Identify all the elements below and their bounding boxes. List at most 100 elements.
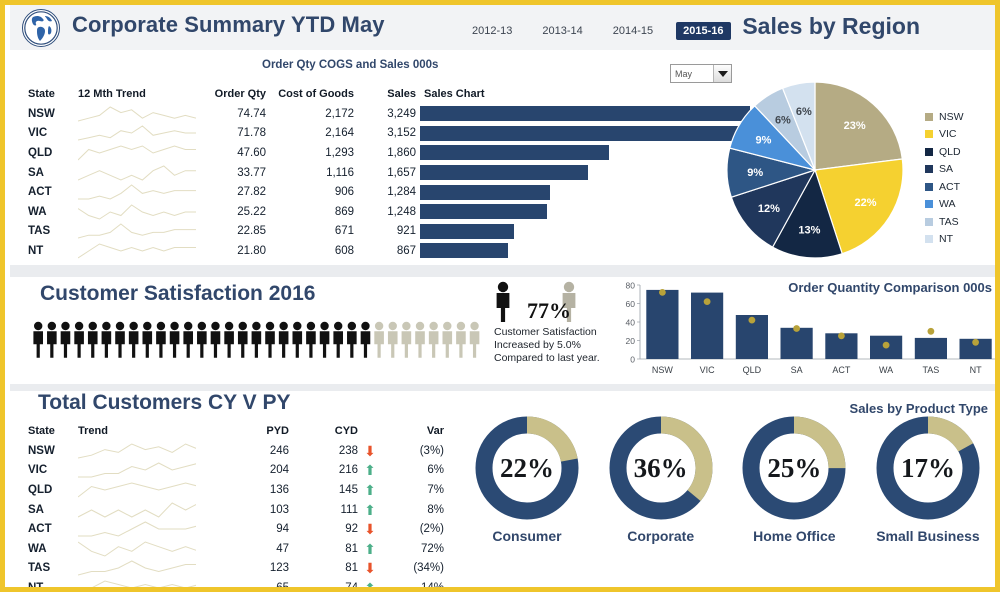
legend-item-vic[interactable]: VIC bbox=[925, 126, 964, 144]
divider-band-2 bbox=[10, 384, 995, 391]
legend-item-qld[interactable]: QLD bbox=[925, 143, 964, 161]
donut-consumer[interactable]: 22% Consumer bbox=[465, 413, 589, 573]
legend-item-wa[interactable]: WA bbox=[925, 196, 964, 214]
cell-var: 14% bbox=[420, 581, 444, 592]
cell-cyd: 238 bbox=[338, 444, 358, 457]
legend-item-tas[interactable]: TAS bbox=[925, 213, 964, 231]
sales-bar bbox=[420, 202, 760, 222]
legend-label: TAS bbox=[939, 215, 959, 228]
table-row: SA 33.77 1,116 1,657 bbox=[28, 163, 760, 183]
divider-band-1 bbox=[10, 265, 995, 277]
sales-bar bbox=[420, 163, 760, 183]
cell-var: (34%) bbox=[413, 562, 444, 575]
table-row: WA 25.22 869 1,248 bbox=[28, 202, 760, 222]
table-row: WA 47 81 ⬆ 72% bbox=[28, 539, 444, 559]
person-icon bbox=[183, 321, 193, 358]
cell-cyd: 81 bbox=[345, 562, 358, 575]
y-tick-label: 80 bbox=[626, 281, 636, 291]
donut-percent: 22% bbox=[500, 452, 554, 483]
legend-item-sa[interactable]: SA bbox=[925, 161, 964, 179]
person-icon bbox=[101, 321, 112, 358]
person-icon bbox=[224, 321, 234, 358]
cell-order-qty: 25.22 bbox=[237, 205, 266, 218]
customers-table: State Trend PYD CYD Var NSW 246 238 ⬇ (3%) VI… bbox=[28, 425, 444, 592]
cell-order-qty: 71.78 bbox=[237, 127, 266, 140]
column-bar-nsw[interactable] bbox=[646, 289, 679, 359]
person-icon bbox=[169, 321, 180, 358]
person-icon-filled bbox=[496, 281, 510, 322]
person-icon bbox=[374, 321, 384, 358]
cell-state: SA bbox=[28, 503, 44, 516]
column-bar-sa[interactable] bbox=[780, 327, 813, 359]
cell-state: ACT bbox=[28, 523, 52, 536]
cell-pyd: 123 bbox=[269, 562, 289, 575]
legend-label: WA bbox=[939, 198, 956, 211]
col-trend: 12 Mth Trend bbox=[78, 88, 146, 100]
sales-by-region-title: Sales by Region bbox=[742, 13, 920, 39]
person-icon bbox=[87, 321, 98, 358]
cell-cyd: 74 bbox=[345, 581, 358, 592]
tab-2013-14[interactable]: 2013-14 bbox=[535, 22, 589, 40]
sparkline bbox=[78, 441, 228, 461]
legend-swatch-icon bbox=[925, 130, 933, 139]
legend-label: SA bbox=[939, 163, 954, 176]
pie-label-qld: 13% bbox=[798, 225, 820, 237]
target-marker-icon bbox=[659, 289, 666, 296]
person-icon bbox=[469, 321, 480, 358]
table-row: ACT 27.82 906 1,284 bbox=[28, 182, 760, 202]
donut-percent: 25% bbox=[767, 452, 822, 483]
satisfaction-line-1: Customer Satisfaction bbox=[494, 326, 597, 338]
arrow-up-icon: ⬆ bbox=[364, 540, 376, 557]
cell-sales: 3,249 bbox=[387, 107, 416, 120]
cell-state: QLD bbox=[28, 483, 53, 496]
tab-2012-13[interactable]: 2012-13 bbox=[465, 22, 519, 40]
sparkline bbox=[78, 163, 198, 183]
table-row: QLD 136 145 ⬆ 7% bbox=[28, 480, 444, 500]
table-header-row: State Trend PYD CYD Var bbox=[28, 425, 444, 441]
legend-swatch-icon bbox=[925, 200, 933, 209]
legend-item-nt[interactable]: NT bbox=[925, 231, 964, 249]
donut-corporate[interactable]: 36% Corporate bbox=[599, 413, 723, 573]
cell-order-qty: 33.77 bbox=[237, 166, 266, 179]
person-icon bbox=[428, 321, 439, 358]
legend-item-act[interactable]: ACT bbox=[925, 178, 964, 196]
cell-state: WA bbox=[28, 542, 47, 555]
tab-2014-15[interactable]: 2014-15 bbox=[606, 22, 660, 40]
cell-cost-of-goods: 1,116 bbox=[326, 166, 354, 179]
sparkline bbox=[78, 519, 228, 539]
donut-percent: 17% bbox=[900, 452, 955, 483]
sales-bar bbox=[420, 104, 760, 124]
cell-sales: 1,860 bbox=[387, 146, 416, 159]
legend-item-nsw[interactable]: NSW bbox=[925, 108, 964, 126]
donut-small-business[interactable]: 17% Small Business bbox=[866, 413, 990, 573]
sparkline bbox=[78, 143, 198, 163]
cell-order-qty: 27.82 bbox=[237, 186, 266, 199]
person-icon bbox=[347, 321, 357, 358]
arrow-up-icon: ⬆ bbox=[364, 579, 376, 592]
col-cost-of-goods: Cost of Goods bbox=[278, 88, 354, 100]
month-filter-dropdown[interactable]: May bbox=[670, 64, 732, 83]
customer-satisfaction-section: Customer Satisfaction 2016 77% Customer … bbox=[10, 277, 995, 384]
cell-state: WA bbox=[28, 205, 47, 218]
person-icon bbox=[360, 321, 371, 358]
tab-2015-16[interactable]: 2015-16 bbox=[676, 22, 731, 40]
cell-cyd: 92 bbox=[345, 523, 358, 536]
legend-label: ACT bbox=[939, 180, 960, 193]
x-tick-label: ACT bbox=[832, 365, 851, 375]
cell-cost-of-goods: 2,164 bbox=[325, 127, 354, 140]
cell-sales: 3,152 bbox=[387, 127, 416, 140]
legend-label: VIC bbox=[939, 128, 957, 141]
cell-state: TAS bbox=[28, 562, 51, 575]
person-icon bbox=[251, 321, 262, 358]
column-bar-tas[interactable] bbox=[914, 337, 947, 359]
x-tick-label: TAS bbox=[922, 365, 939, 375]
cell-cost-of-goods: 1,293 bbox=[325, 146, 354, 159]
donut-ring: 25% bbox=[739, 413, 849, 523]
cell-state: SA bbox=[28, 166, 44, 179]
y-tick-label: 20 bbox=[626, 336, 636, 346]
sparkline bbox=[78, 241, 198, 261]
table-row: TAS 22.85 671 921 bbox=[28, 222, 760, 242]
sparkline bbox=[78, 539, 228, 559]
donut-home-office[interactable]: 25% Home Office bbox=[732, 413, 856, 573]
donut-ring: 36% bbox=[606, 413, 716, 523]
